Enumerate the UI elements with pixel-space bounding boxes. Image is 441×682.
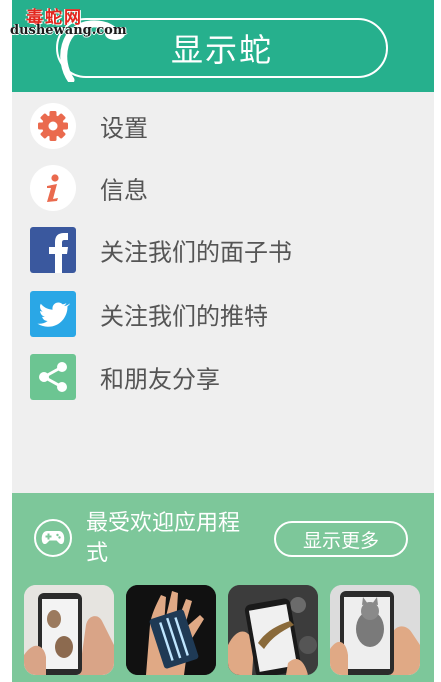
show-more-button[interactable]: 显示更多: [274, 521, 408, 557]
menu-item-twitter[interactable]: 关注我们的推特: [12, 283, 434, 345]
menu-label-facebook: 关注我们的面子书: [100, 238, 292, 267]
menu-label-share: 和朋友分享: [100, 365, 220, 394]
watermark-url: dushewang.com: [10, 23, 127, 38]
menu-item-facebook[interactable]: 关注我们的面子书: [12, 219, 434, 281]
share-icon: [30, 354, 76, 400]
app-window: 显示蛇 设置 信息 关注我们的面子书 关注我们的推特 和朋友分享 最受欢迎应用程…: [12, 0, 434, 682]
show-more-label: 显示更多: [302, 529, 379, 552]
popular-apps-panel: 最受欢迎应用程式 显示更多: [12, 493, 434, 682]
menu-label-info: 信息: [100, 176, 148, 205]
gamepad-icon: [34, 519, 72, 557]
twitter-icon: [30, 291, 76, 337]
menu-item-info[interactable]: 信息: [12, 157, 434, 219]
xray-app-icon[interactable]: [126, 585, 216, 675]
menu-label-twitter: 关注我们的推特: [100, 302, 268, 331]
menu-item-settings[interactable]: 设置: [12, 95, 434, 157]
lizard-app-icon[interactable]: [228, 585, 318, 675]
app-title: 显示蛇: [170, 31, 273, 69]
gear-icon: [30, 103, 76, 149]
popular-apps-title: 最受欢迎应用程式: [86, 511, 241, 566]
info-icon: [30, 165, 76, 211]
menu-label-settings: 设置: [100, 114, 148, 143]
mouse-app-icon[interactable]: [24, 585, 114, 675]
app-thumbnails: [24, 585, 434, 679]
facebook-icon: [30, 227, 76, 273]
cat-app-icon[interactable]: [330, 585, 420, 675]
menu-item-share[interactable]: 和朋友分享: [12, 346, 434, 408]
